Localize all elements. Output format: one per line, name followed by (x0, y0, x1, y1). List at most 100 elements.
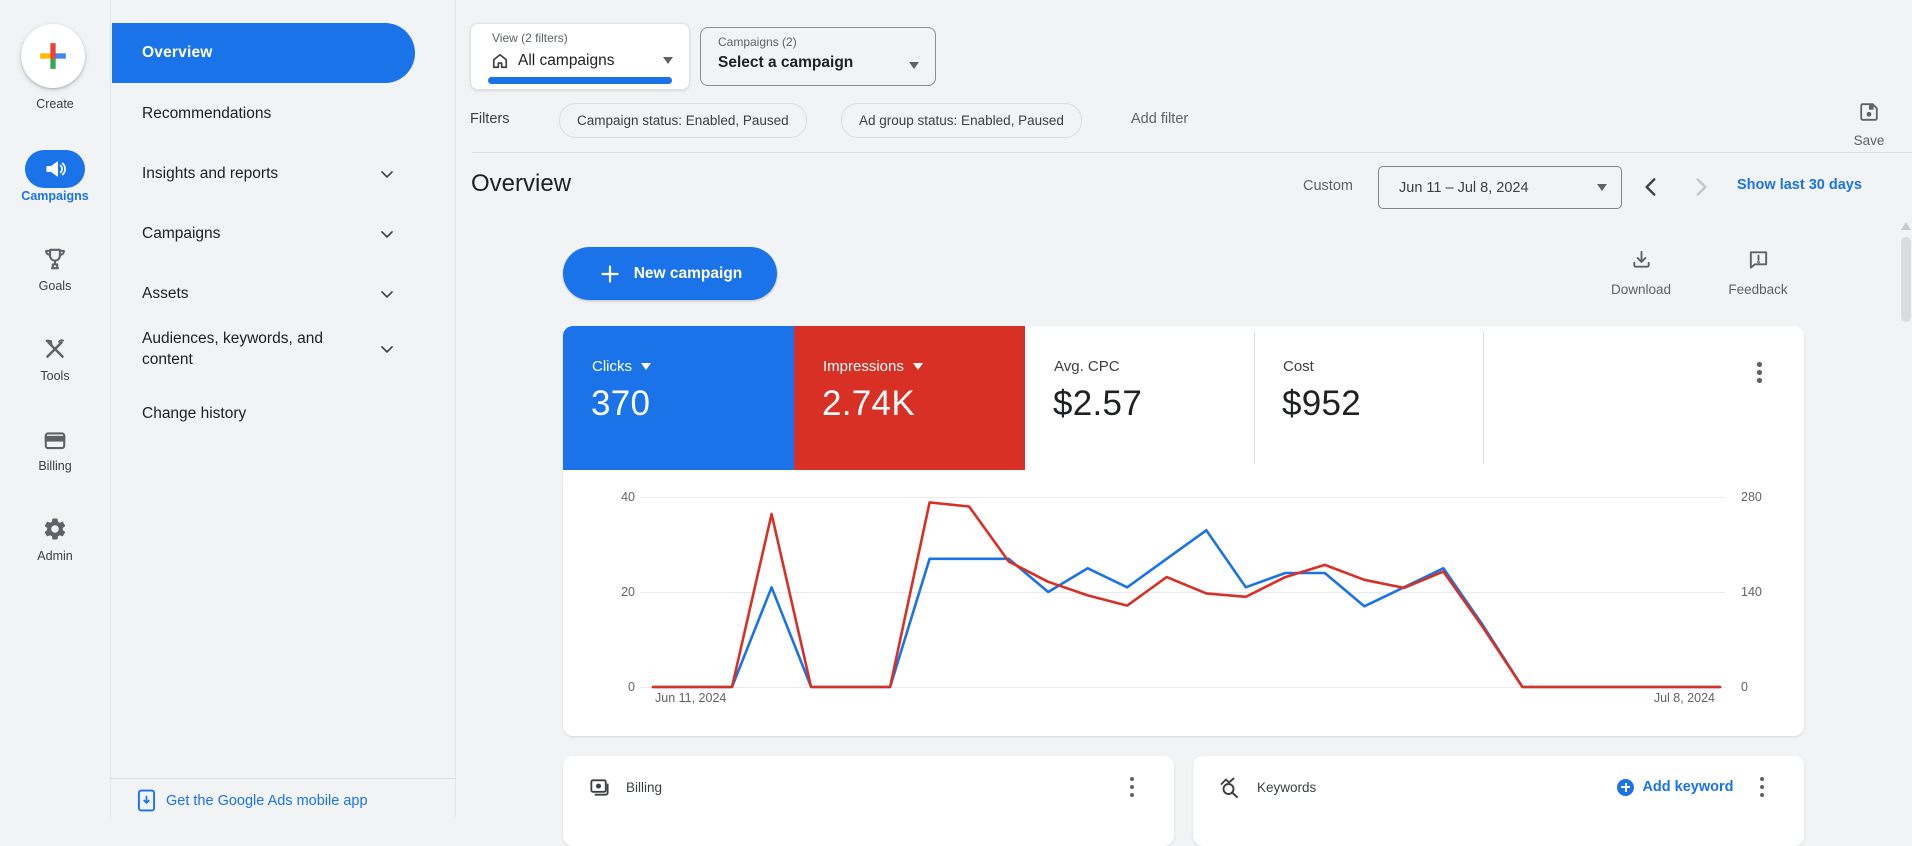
add-keyword-button[interactable]: Add keyword (1617, 779, 1733, 796)
metric-card-avg-cpc[interactable]: Avg. CPC $2.57 (1025, 326, 1254, 470)
tools-icon[interactable] (42, 336, 68, 362)
home-icon (490, 51, 510, 71)
campaign-selector-label: Campaigns (2) (718, 35, 797, 49)
metric-value: $952 (1282, 384, 1361, 424)
metric-value: 370 (591, 384, 650, 424)
rail-label-tools: Tools (0, 369, 110, 383)
left-axis-tick: 20 (583, 585, 635, 599)
download-icon (1630, 248, 1653, 271)
scrollbar-up-arrow[interactable] (1901, 222, 1911, 230)
nav-item-recommendations[interactable]: Recommendations (112, 103, 415, 124)
filter-chip-ad-group-status[interactable]: Ad group status: Enabled, Paused (841, 103, 1082, 138)
keywords-card-title: Keywords (1257, 780, 1316, 795)
save-icon (1858, 101, 1880, 123)
google-ads-overview-page: { "rail": { "create_label": "Create", "i… (0, 0, 1912, 817)
side-nav: Overview Recommendations Insights and re… (110, 0, 455, 817)
gear-icon[interactable] (42, 516, 68, 542)
header-divider (472, 152, 1912, 153)
nav-bottom-divider (110, 778, 455, 779)
view-selector-value: All campaigns (518, 52, 615, 70)
metric-caret-icon (913, 363, 923, 370)
download-button[interactable]: Download (1599, 248, 1683, 297)
right-axis-tick: 140 (1741, 585, 1762, 599)
save-button[interactable]: Save (1843, 101, 1895, 148)
card-overflow-menu[interactable] (1757, 362, 1762, 383)
nav-item-label: Assets (142, 283, 189, 304)
feedback-icon (1747, 248, 1770, 271)
metric-divider (1254, 332, 1255, 464)
nav-item-label: Campaigns (142, 223, 220, 244)
trophy-icon[interactable] (42, 246, 68, 272)
keywords-card: Keywords Add keyword (1193, 756, 1804, 846)
metric-label: Clicks (592, 358, 632, 375)
scrollbar-thumb[interactable] (1901, 237, 1911, 322)
metric-card-cost[interactable]: Cost $952 (1254, 326, 1483, 470)
nav-item-label: Change history (142, 403, 246, 424)
metric-label: Cost (1283, 358, 1314, 375)
metric-value: 2.74K (822, 384, 915, 424)
nav-item-campaigns[interactable]: Campaigns (112, 223, 415, 244)
previous-period-button[interactable] (1638, 174, 1664, 200)
rail-label-billing: Billing (0, 459, 110, 473)
billing-card-menu[interactable] (1130, 777, 1135, 798)
nav-item-audiences-keywords-content[interactable]: Audiences, keywords, and content (112, 328, 415, 370)
metric-label: Impressions (823, 358, 904, 375)
overview-chart (653, 497, 1720, 687)
view-selector-label: View (2 filters) (492, 31, 568, 45)
plus-icon (598, 262, 622, 286)
dropdown-caret-icon (909, 62, 919, 69)
filters-label: Filters (470, 111, 509, 127)
google-plus-icon (38, 41, 68, 71)
chevron-down-icon (377, 284, 397, 304)
nav-item-label: Recommendations (142, 103, 271, 124)
billing-card-title: Billing (626, 780, 662, 795)
chevron-down-icon (377, 339, 397, 359)
keywords-icon (1218, 775, 1242, 799)
page-title: Overview (471, 170, 571, 198)
new-campaign-label: New campaign (634, 265, 743, 283)
nav-item-label: Overview (142, 44, 213, 62)
x-axis-end-label: Jul 8, 2024 (1573, 691, 1715, 705)
billing-rail-icon[interactable] (42, 428, 68, 454)
nav-item-change-history[interactable]: Change history (112, 403, 415, 424)
metric-label: Avg. CPC (1054, 358, 1120, 375)
nav-item-label: Audiences, keywords, and content (142, 328, 370, 370)
date-range-picker[interactable]: Jun 11 – Jul 8, 2024 (1378, 166, 1622, 209)
rail-label-goals: Goals (0, 279, 110, 293)
overview-summary-card: Clicks 370 Impressions 2.74K Avg. CPC $2… (563, 326, 1804, 736)
next-period-button-disabled[interactable] (1688, 174, 1714, 200)
new-campaign-button[interactable]: New campaign (563, 247, 777, 300)
save-label: Save (1843, 133, 1895, 148)
show-last-30-days-link[interactable]: Show last 30 days (1737, 177, 1862, 193)
metric-card-clicks[interactable]: Clicks 370 (563, 326, 794, 470)
phone-download-icon (137, 789, 156, 812)
add-keyword-label: Add keyword (1642, 779, 1733, 795)
nav-item-assets[interactable]: Assets (112, 283, 415, 304)
filter-chip-campaign-status[interactable]: Campaign status: Enabled, Paused (559, 103, 807, 138)
billing-card: Billing (563, 756, 1174, 846)
metric-card-impressions[interactable]: Impressions 2.74K (794, 326, 1025, 470)
add-filter-button[interactable]: Add filter (1131, 111, 1188, 127)
feedback-button[interactable]: Feedback (1716, 248, 1800, 297)
nav-item-insights-and-reports[interactable]: Insights and reports (112, 163, 415, 184)
dropdown-caret-icon (663, 57, 673, 64)
right-axis-tick: 0 (1741, 680, 1748, 694)
date-range-value: Jun 11 – Jul 8, 2024 (1399, 180, 1529, 196)
mobile-app-link[interactable]: Get the Google Ads mobile app (137, 789, 368, 812)
rail-label-campaigns: Campaigns (0, 189, 110, 203)
megaphone-icon (43, 157, 67, 181)
nav-item-overview[interactable]: Overview (112, 23, 415, 83)
metric-caret-icon (641, 363, 651, 370)
date-range-mode-label: Custom (1303, 178, 1353, 194)
view-selector[interactable]: View (2 filters) All campaigns (470, 23, 690, 90)
campaign-selector[interactable]: Campaigns (2) Select a campaign (700, 27, 936, 86)
keywords-card-menu[interactable] (1760, 777, 1765, 798)
create-button[interactable] (21, 24, 85, 88)
icon-rail: Create Campaigns Goals Tools Billing (0, 0, 110, 817)
left-axis-tick: 40 (583, 490, 635, 504)
download-label: Download (1599, 282, 1683, 297)
filter-chip-label: Campaign status: Enabled, Paused (577, 113, 789, 128)
dropdown-caret-icon (1597, 184, 1607, 191)
nav-item-label: Insights and reports (142, 163, 278, 184)
rail-item-campaigns[interactable] (25, 150, 85, 188)
